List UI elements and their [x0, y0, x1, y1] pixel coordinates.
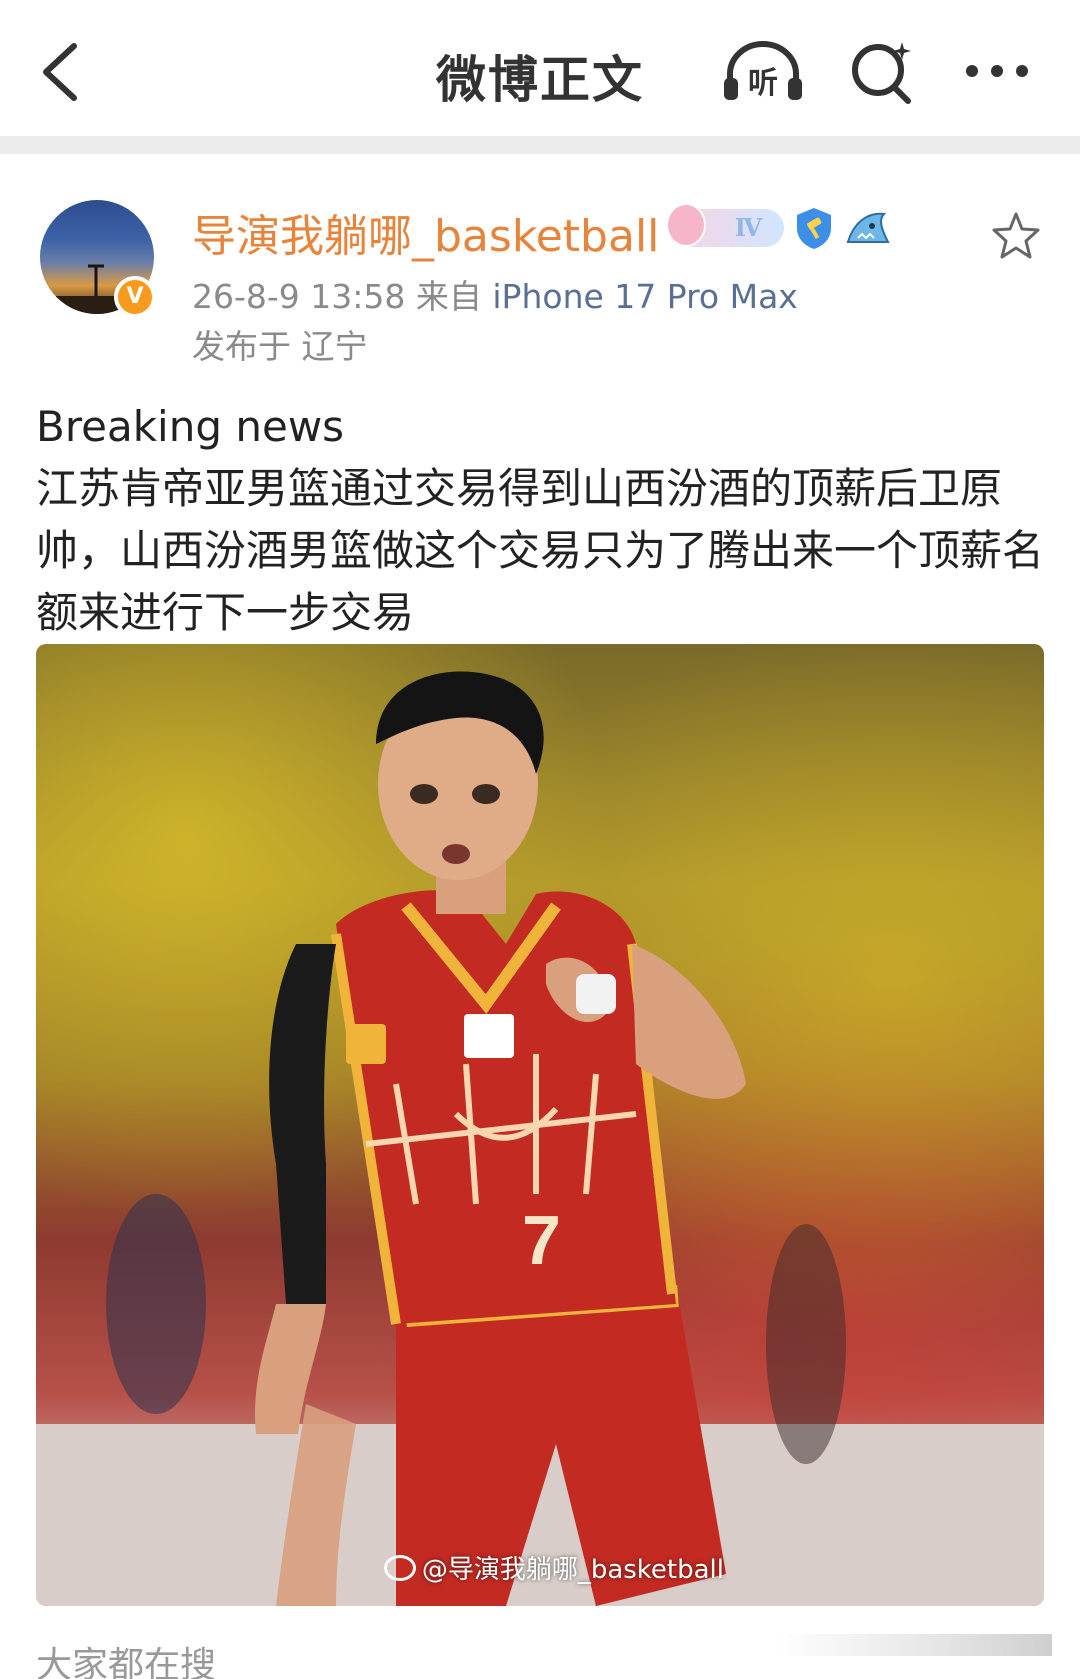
source-prefix: 来自 — [415, 277, 482, 316]
post-meta: 26-8-9 13:58 来自 iPhone 17 Pro Max — [192, 270, 798, 318]
search-button[interactable] — [850, 40, 916, 106]
back-button[interactable] — [38, 40, 82, 104]
username-link[interactable]: 导演我躺哪_basketball — [192, 200, 659, 264]
member-level-badge[interactable]: Ⅳ — [666, 203, 784, 247]
weibo-logo-icon — [383, 1554, 416, 1581]
everyone-search-label: 大家都在搜 — [36, 1645, 217, 1679]
shark-badge-icon[interactable] — [844, 208, 890, 248]
post-device-link[interactable]: iPhone 17 Pro Max — [492, 277, 797, 316]
listen-button[interactable]: 听 — [722, 38, 804, 104]
member-level-label: Ⅳ — [734, 213, 762, 242]
photo-watermark: @导演我躺哪_basketball — [383, 1549, 724, 1586]
more-options-button[interactable] — [962, 56, 1032, 86]
post-body: 江苏肯帝亚男篮通过交易得到山西汾酒的顶薪后卫原帅，山西汾酒男篮做这个交易只为了腾… — [36, 464, 1045, 637]
pig-mascot-icon — [666, 203, 706, 247]
post-location: 发布于 辽宁 — [192, 327, 368, 366]
weibo-post-page: 微博正文 听 V 导演我躺哪_basketball Ⅳ 26-8-9 13:58… — [0, 0, 1080, 1679]
post-content: Breaking news 江苏肯帝亚男篮通过交易得到山西汾酒的顶薪后卫原帅，山… — [36, 396, 1046, 644]
top-navigation-bar: 微博正文 听 — [0, 0, 1080, 140]
page-title: 微博正文 — [436, 51, 644, 109]
more-dots-icon — [966, 65, 1028, 77]
shield-hammer-icon[interactable] — [794, 206, 834, 250]
post-headline: Breaking news — [36, 402, 345, 451]
section-divider — [0, 136, 1080, 154]
scroll-indicator — [776, 1634, 1052, 1656]
star-icon — [992, 212, 1040, 259]
chevron-left-icon — [43, 43, 77, 101]
search-icon — [852, 42, 911, 104]
post-photo[interactable]: 7 @导演我躺哪_basketball — [36, 644, 1044, 1606]
listen-label: 听 — [748, 66, 778, 101]
favorite-button[interactable] — [990, 210, 1042, 262]
basketball-player-illustration: 7 — [36, 671, 1044, 1606]
jersey-number: 7 — [522, 1201, 561, 1279]
user-badges: Ⅳ — [666, 203, 890, 252]
post-timestamp: 26-8-9 13:58 — [192, 277, 406, 316]
watermark-text: @导演我躺哪_basketball — [421, 1555, 724, 1585]
verified-badge: V — [114, 276, 156, 318]
